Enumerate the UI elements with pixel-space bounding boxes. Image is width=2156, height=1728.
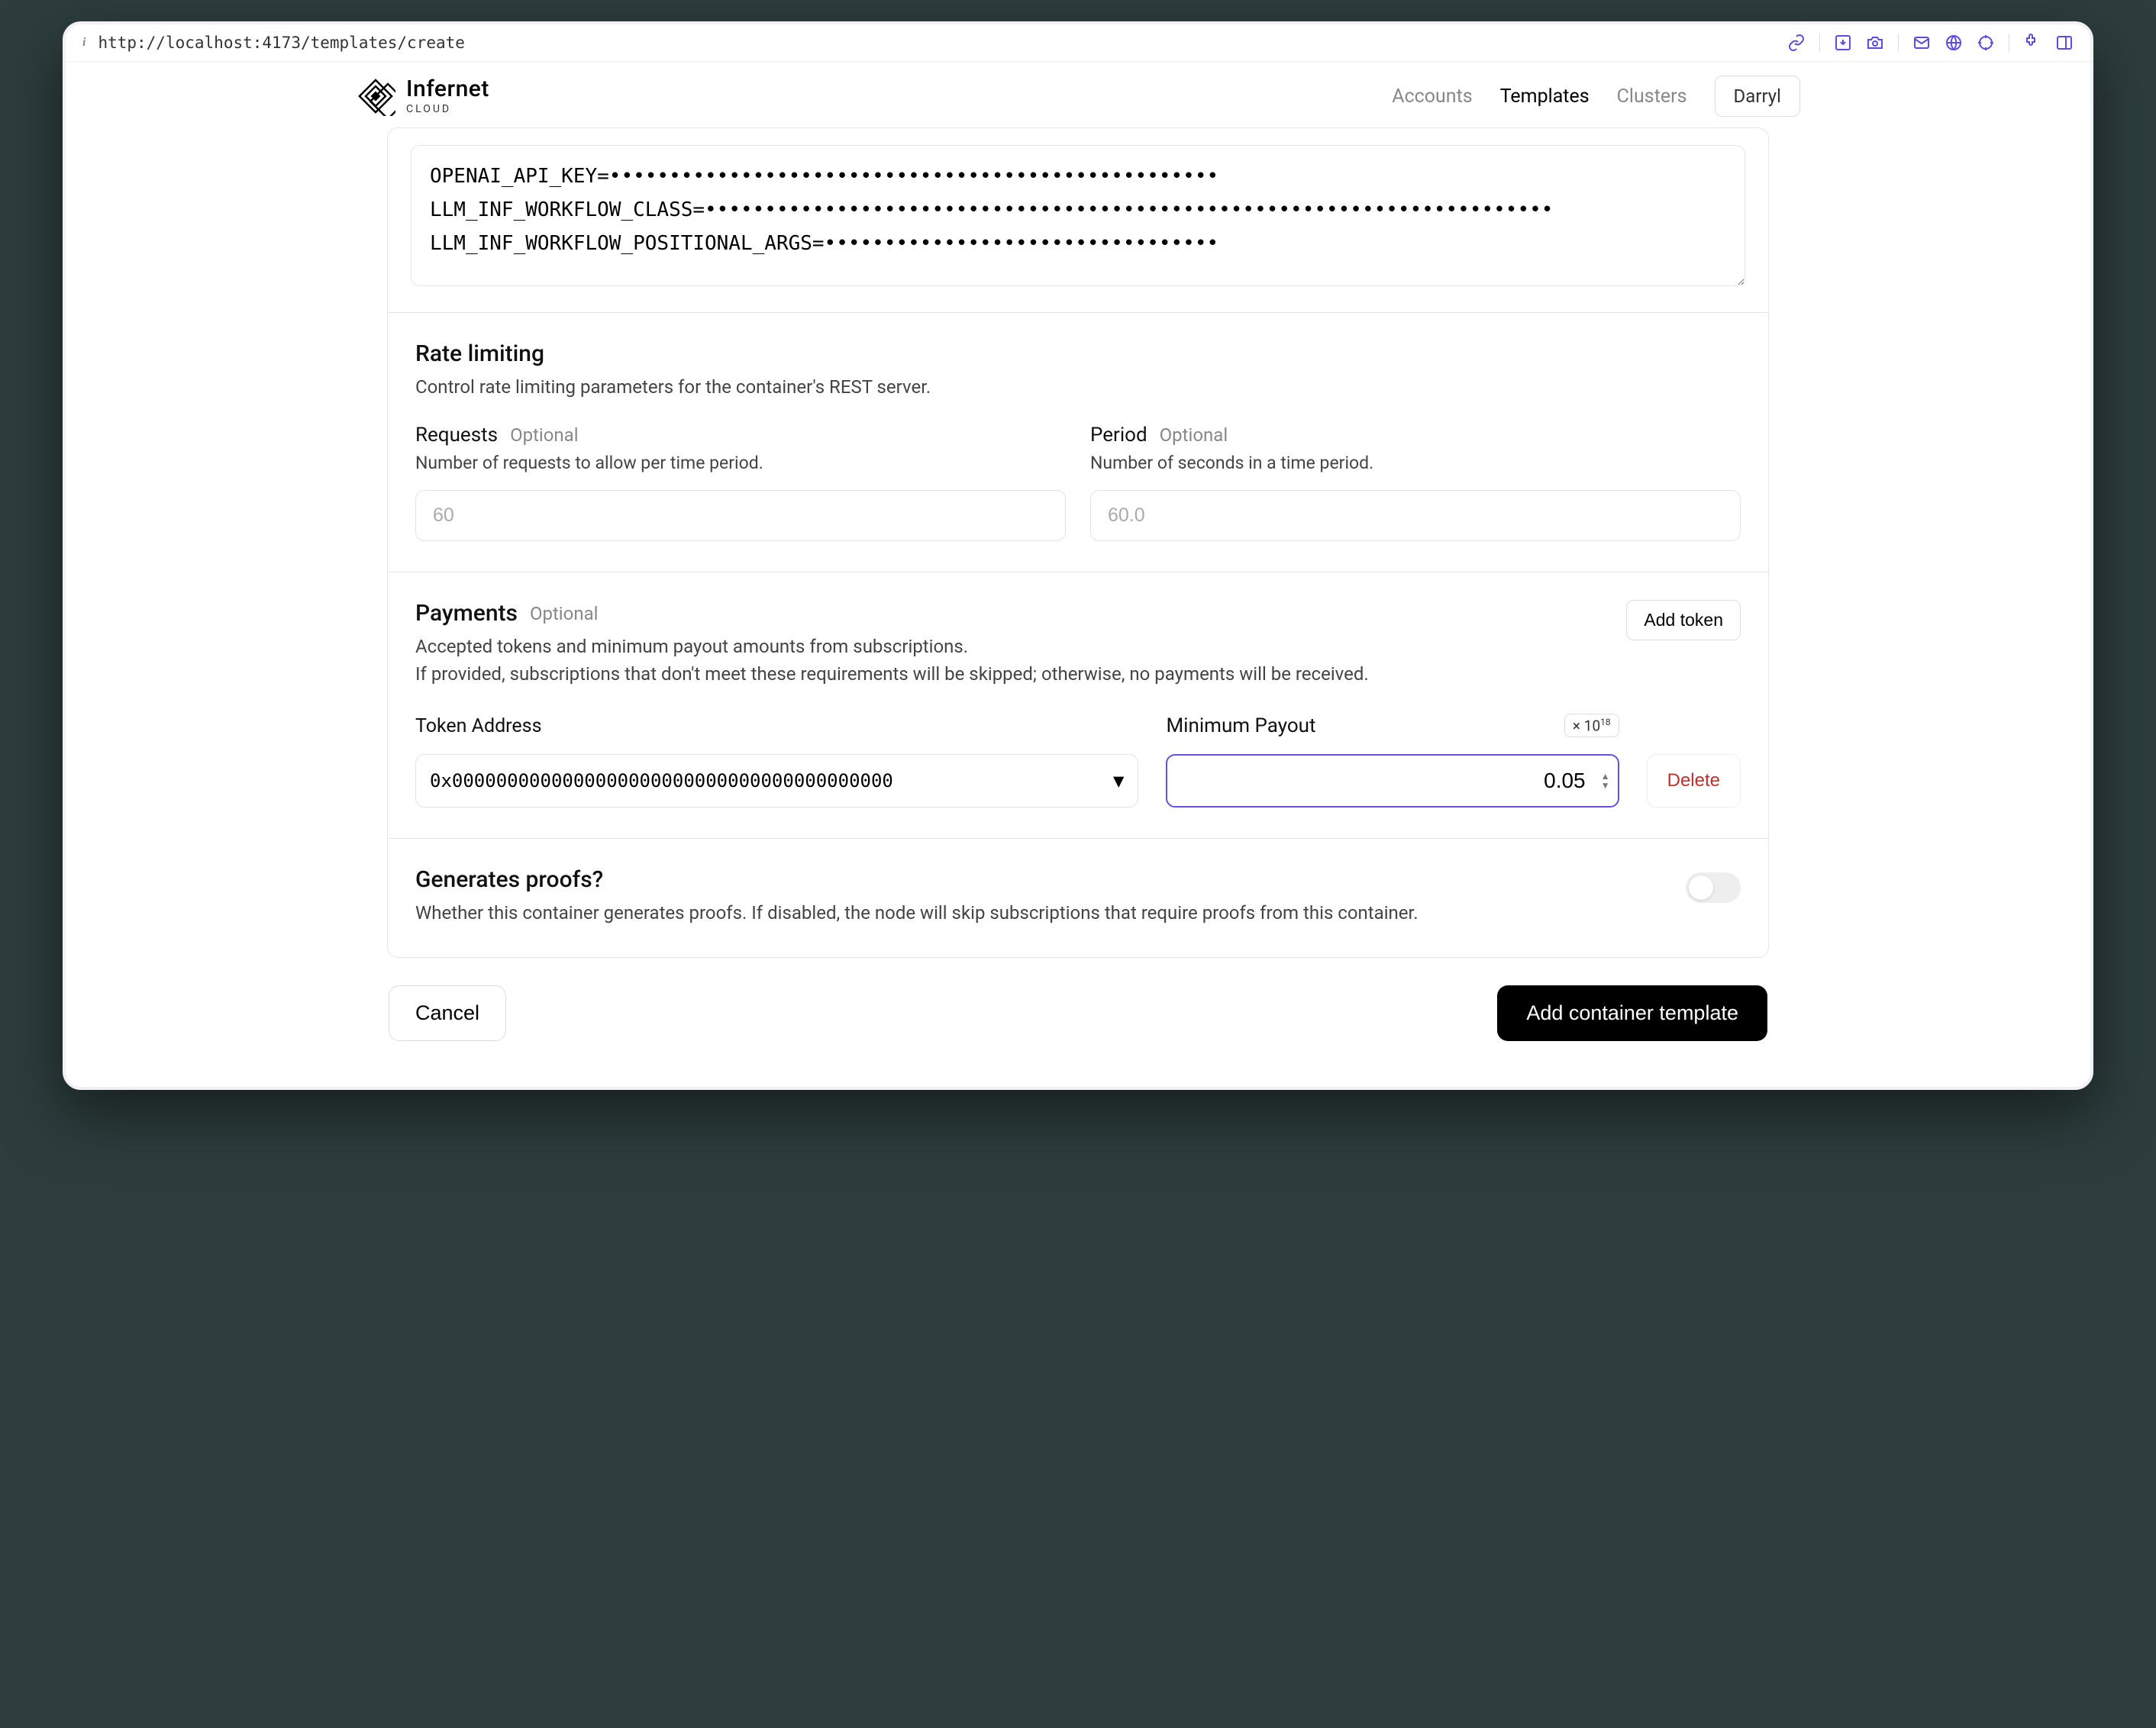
period-field: Period Optional Number of seconds in a t… [1090,424,1741,541]
token-address-label: Token Address [415,715,1138,737]
logo-icon [356,76,395,116]
requests-sub: Number of requests to allow per time per… [415,453,1066,473]
token-address-combobox[interactable]: 0x00000000000000000000000000000000000000… [415,754,1138,808]
browser-address-bar: i http://localhost:4173/templates/create [66,24,2090,62]
rate-limiting-section: Rate limiting Control rate limiting para… [388,312,1768,572]
brand-sub: CLOUD [406,104,489,114]
generates-proofs-desc: Whether this container generates proofs.… [415,899,1655,927]
token-address-value: 0x00000000000000000000000000000000000000… [430,770,1104,791]
requests-label: Requests [415,424,498,447]
period-optional: Optional [1160,424,1228,446]
globe-icon[interactable] [1945,34,1963,52]
payout-exponent-badge: × 1018 [1564,714,1619,737]
requests-field: Requests Optional Number of requests to … [415,424,1066,541]
camera-icon[interactable] [1866,34,1884,52]
period-label: Period [1090,424,1147,447]
rate-limiting-desc: Control rate limiting parameters for the… [415,373,1741,401]
link-icon[interactable] [1787,34,1806,52]
generates-proofs-section: Generates proofs? Whether this container… [388,838,1768,957]
user-menu-button[interactable]: Darryl [1715,76,1800,117]
main-nav: Accounts Templates Clusters Darryl [1392,76,1800,117]
crosshair-icon[interactable] [1977,34,1995,52]
url-text[interactable]: http://localhost:4173/templates/create [98,34,1787,52]
period-sub: Number of seconds in a time period. [1090,453,1741,473]
period-input[interactable] [1090,490,1741,541]
form-card: Rate limiting Control rate limiting para… [387,127,1769,958]
number-spinner-icon[interactable]: ▲▼ [1601,772,1610,790]
page-content: Infernet CLOUD Accounts Templates Cluste… [66,62,2090,1087]
browser-window: i http://localhost:4173/templates/create [63,21,2093,1090]
nav-templates[interactable]: Templates [1500,85,1590,108]
nav-accounts[interactable]: Accounts [1392,85,1472,108]
extension-icon[interactable] [2023,34,2041,52]
app-header: Infernet CLOUD Accounts Templates Cluste… [96,62,2060,126]
payments-section: Payments Optional Accepted tokens and mi… [388,572,1768,838]
mail-icon[interactable] [1912,34,1931,52]
nav-clusters[interactable]: Clusters [1617,85,1687,108]
payout-input[interactable] [1166,754,1619,808]
payout-label: Minimum Payout [1166,714,1315,737]
payments-title: Payments [415,600,518,627]
requests-optional: Optional [510,424,579,446]
env-section-header [388,128,1768,145]
requests-input[interactable] [415,490,1066,541]
footer-actions: Cancel Add container template [387,985,1769,1041]
download-icon[interactable] [1834,34,1852,52]
generates-proofs-title: Generates proofs? [415,866,603,893]
add-container-template-button[interactable]: Add container template [1497,985,1767,1041]
form-card-wrap: Rate limiting Control rate limiting para… [387,127,1769,1041]
logo[interactable]: Infernet CLOUD [356,76,489,116]
payments-desc1: Accepted tokens and minimum payout amoun… [415,633,968,660]
delete-token-button[interactable]: Delete [1647,754,1741,808]
payments-optional: Optional [530,603,599,624]
minimum-payout-field: Minimum Payout × 1018 ▲▼ [1166,714,1619,808]
generates-proofs-toggle[interactable] [1686,872,1741,903]
info-icon[interactable]: i [82,36,86,50]
browser-toolbar-icons [1787,34,2074,52]
cancel-button[interactable]: Cancel [389,985,506,1041]
payments-desc2: If provided, subscriptions that don't me… [415,660,1741,688]
rate-limiting-title: Rate limiting [415,340,544,367]
panel-icon[interactable] [2055,34,2074,52]
toggle-knob [1689,875,1713,900]
env-vars-textarea[interactable] [411,145,1745,286]
chevron-down-icon: ▼ [1113,770,1124,791]
brand-name: Infernet [406,78,489,101]
add-token-button[interactable]: Add token [1626,600,1741,640]
token-address-field: Token Address 0x000000000000000000000000… [415,715,1138,808]
